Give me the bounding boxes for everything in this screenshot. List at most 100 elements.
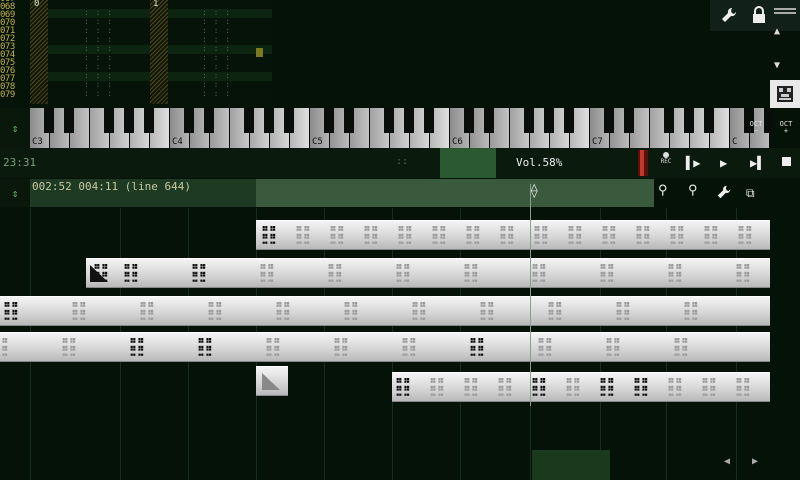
pattern-block-icon[interactable] — [562, 376, 584, 398]
pattern-block-icon[interactable] — [700, 224, 722, 246]
pattern-block-icon[interactable] — [426, 376, 448, 398]
pattern-block-icon[interactable] — [194, 336, 216, 358]
scroll-left-icon[interactable]: ◀ — [724, 456, 730, 467]
black-key[interactable] — [664, 108, 674, 133]
pattern-block-icon[interactable] — [476, 300, 498, 322]
pattern-block-icon[interactable] — [734, 224, 756, 246]
black-key[interactable] — [104, 108, 114, 133]
pattern-block-icon[interactable] — [596, 262, 618, 284]
pattern-block-icon[interactable] — [258, 224, 280, 246]
pattern-block-icon[interactable] — [120, 262, 142, 284]
pattern-block-icon[interactable] — [612, 300, 634, 322]
pattern-block-icon[interactable] — [394, 224, 416, 246]
black-key[interactable] — [384, 108, 394, 133]
black-key[interactable] — [184, 108, 194, 133]
black-key[interactable] — [284, 108, 294, 133]
pattern-block-icon[interactable] — [324, 262, 346, 284]
pattern-block-icon[interactable] — [188, 262, 210, 284]
channel-header-1[interactable]: 1 — [153, 0, 158, 9]
black-key[interactable] — [424, 108, 434, 133]
pattern-block-icon[interactable] — [496, 224, 518, 246]
pattern-track[interactable] — [256, 220, 770, 250]
pattern-block-icon[interactable] — [528, 376, 550, 398]
pattern-block-icon[interactable] — [596, 376, 618, 398]
black-key[interactable] — [624, 108, 634, 133]
wrench-icon[interactable] — [714, 1, 744, 29]
black-key[interactable] — [244, 108, 254, 133]
module-icon[interactable] — [770, 80, 800, 108]
pattern-block-icon[interactable] — [494, 376, 516, 398]
black-key[interactable] — [124, 108, 134, 133]
black-key[interactable] — [484, 108, 494, 133]
black-key[interactable] — [464, 108, 474, 133]
envelope-icon[interactable] — [260, 370, 282, 392]
pattern-block-icon[interactable] — [632, 224, 654, 246]
black-key[interactable] — [264, 108, 274, 133]
pattern-block-icon[interactable] — [126, 336, 148, 358]
scroll-up-icon[interactable]: ▲ — [774, 26, 780, 37]
pattern-block-icon[interactable] — [330, 336, 352, 358]
pattern-block-icon[interactable] — [664, 262, 686, 284]
scroll-right-icon[interactable]: ▶ — [752, 456, 758, 467]
play-pattern-icon[interactable]: ▌▶ — [686, 156, 700, 170]
pattern-block-icon[interactable] — [564, 224, 586, 246]
pattern-block-icon[interactable] — [392, 262, 414, 284]
pattern-block-icon[interactable] — [68, 300, 90, 322]
pattern-track[interactable] — [0, 332, 770, 362]
pattern-track[interactable] — [0, 296, 770, 326]
pattern-block-icon[interactable] — [460, 376, 482, 398]
black-key[interactable] — [404, 108, 414, 133]
pattern-block-icon[interactable] — [530, 224, 552, 246]
play-from-start-icon[interactable]: ▶▌ — [750, 156, 764, 170]
black-key[interactable] — [604, 108, 614, 133]
pattern-block-icon[interactable] — [256, 262, 278, 284]
zoom-out-icon[interactable]: ⚲ — [658, 183, 668, 198]
pattern-block-icon[interactable] — [272, 300, 294, 322]
cursor-marker-icon[interactable]: ⟠ — [530, 183, 538, 199]
pattern-block-icon[interactable] — [326, 224, 348, 246]
pattern-block-icon[interactable] — [466, 336, 488, 358]
black-key[interactable] — [704, 108, 714, 133]
pattern-block-icon[interactable] — [0, 300, 22, 322]
fit-view-icon[interactable]: ⧉ — [746, 186, 755, 201]
timeline-tracks[interactable] — [0, 208, 800, 480]
pattern-block-icon[interactable] — [340, 300, 362, 322]
black-key[interactable] — [44, 108, 54, 133]
play-icon[interactable]: ▶ — [720, 156, 727, 170]
pattern-block-icon[interactable] — [58, 336, 80, 358]
black-key[interactable] — [684, 108, 694, 133]
pattern-block-icon[interactable] — [262, 336, 284, 358]
pattern-block-icon[interactable] — [136, 300, 158, 322]
pattern-block-icon[interactable] — [534, 336, 556, 358]
black-key[interactable] — [324, 108, 334, 133]
pattern-block-icon[interactable] — [732, 262, 754, 284]
pattern-block-icon[interactable] — [598, 224, 620, 246]
zoom-in-icon[interactable]: ⚲ — [688, 183, 698, 198]
pattern-block-icon[interactable] — [408, 300, 430, 322]
pattern-block-icon[interactable] — [732, 376, 754, 398]
pattern-block-icon[interactable] — [630, 376, 652, 398]
pattern-block-icon[interactable] — [602, 336, 624, 358]
pattern-track[interactable] — [256, 366, 288, 396]
pattern-block-icon[interactable] — [204, 300, 226, 322]
record-button[interactable]: REC — [656, 152, 676, 174]
pattern-block-icon[interactable] — [462, 224, 484, 246]
pattern-block-icon[interactable] — [398, 336, 420, 358]
volume-label[interactable]: Vol.58% — [516, 156, 562, 169]
pattern-block-icon[interactable] — [680, 300, 702, 322]
black-key[interactable] — [524, 108, 534, 133]
pattern-editor[interactable]: 0 1 067068069070071072073074075076077078… — [0, 0, 272, 108]
pattern-block-icon[interactable] — [360, 224, 382, 246]
pattern-block-icon[interactable] — [528, 262, 550, 284]
envelope-icon[interactable] — [88, 262, 110, 284]
pattern-block-icon[interactable] — [670, 336, 692, 358]
pattern-block-icon[interactable] — [664, 376, 686, 398]
black-key[interactable] — [204, 108, 214, 133]
black-key[interactable] — [64, 108, 74, 133]
channel-header-0[interactable]: 0 — [34, 0, 39, 9]
tempo-indicator[interactable] — [440, 148, 496, 178]
black-key[interactable] — [564, 108, 574, 133]
keyboard-scroll-icon[interactable]: ⇕ — [0, 108, 30, 148]
scroll-down-icon[interactable]: ▼ — [774, 60, 780, 71]
pattern-track[interactable] — [392, 372, 770, 402]
